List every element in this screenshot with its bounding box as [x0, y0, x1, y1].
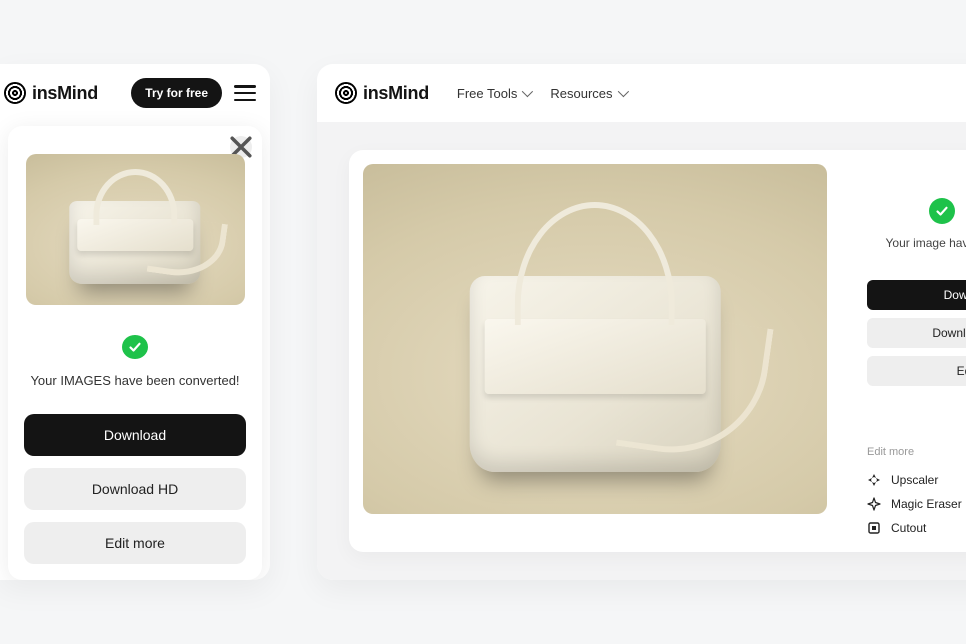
- nav-resources[interactable]: Resources: [550, 86, 625, 101]
- try-for-free-button[interactable]: Try for free: [131, 78, 222, 108]
- brand-name: insMind: [32, 83, 98, 104]
- nav-free-tools[interactable]: Free Tools: [457, 86, 530, 101]
- chevron-down-icon: [617, 86, 628, 97]
- side-actions: Downloa Download ult Edit: [867, 280, 966, 386]
- handbag-illustration: [69, 201, 200, 284]
- desktop-body: Your image have bee Downloa Download ult…: [317, 122, 966, 580]
- download-hd-button[interactable]: Download HD: [24, 468, 246, 510]
- edit-more-button[interactable]: Edit more: [24, 522, 246, 564]
- brand[interactable]: insMind: [4, 82, 98, 104]
- mobile-panel: insMind Try for free Your IMAGES have be…: [0, 64, 270, 580]
- tool-cutout[interactable]: Cutout: [867, 516, 966, 540]
- success-message: Your image have bee: [867, 236, 966, 250]
- download-ultra-button[interactable]: Download ult: [867, 318, 966, 348]
- success-check-icon: [929, 198, 955, 224]
- brand-logo-icon: [4, 82, 26, 104]
- mobile-header: insMind Try for free: [0, 64, 270, 122]
- chevron-down-icon: [522, 86, 533, 97]
- preview-wrap: [349, 150, 841, 552]
- tool-magic-eraser-label: Magic Eraser: [891, 497, 962, 511]
- tool-upscaler[interactable]: Upscaler: [867, 468, 966, 492]
- mobile-header-actions: Try for free: [131, 78, 256, 108]
- edit-more-label: Edit more: [867, 446, 966, 458]
- nav-free-tools-label: Free Tools: [457, 86, 517, 101]
- cutout-icon: [867, 521, 881, 535]
- download-button[interactable]: Download: [24, 414, 246, 456]
- brand-name: insMind: [363, 83, 429, 104]
- handbag-illustration: [470, 276, 721, 472]
- brand-logo-icon: [335, 82, 357, 104]
- result-image: [26, 154, 245, 305]
- desktop-header: insMind Free Tools Resources Tr: [317, 64, 966, 122]
- edit-more-section: Edit more Upscaler Magic Eraser: [867, 446, 966, 540]
- main-nav: Free Tools Resources: [457, 86, 626, 101]
- menu-icon[interactable]: [234, 85, 256, 101]
- desktop-header-left: insMind Free Tools Resources: [335, 82, 626, 104]
- upscaler-icon: [867, 473, 881, 487]
- side-panel: Your image have bee Downloa Download ult…: [841, 150, 966, 552]
- mobile-actions: Download Download HD Edit more: [24, 414, 246, 564]
- success-check-icon: [122, 335, 148, 359]
- tool-cutout-label: Cutout: [891, 521, 926, 535]
- edit-button[interactable]: Edit: [867, 356, 966, 386]
- download-button[interactable]: Downloa: [867, 280, 966, 310]
- nav-resources-label: Resources: [550, 86, 612, 101]
- brand[interactable]: insMind: [335, 82, 429, 104]
- mobile-result-card: Your IMAGES have been converted! Downloa…: [8, 126, 262, 580]
- magic-eraser-icon: [867, 497, 881, 511]
- success-message: Your IMAGES have been converted!: [30, 373, 239, 388]
- result-image: [363, 164, 827, 514]
- tool-magic-eraser[interactable]: Magic Eraser: [867, 492, 966, 516]
- result-card: Your image have bee Downloa Download ult…: [349, 150, 966, 552]
- tool-upscaler-label: Upscaler: [891, 473, 938, 487]
- desktop-panel: insMind Free Tools Resources Tr: [317, 64, 966, 580]
